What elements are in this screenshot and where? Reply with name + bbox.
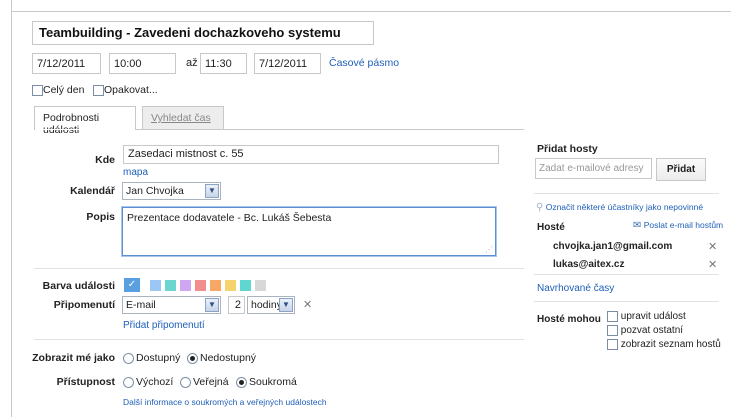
guests-can-label: Hosté mohou [537, 314, 601, 325]
color-label: Barva události [42, 280, 115, 292]
repeat-option[interactable]: Opakovat... [93, 84, 158, 96]
add-guests-heading: Přidat hosty [537, 143, 598, 155]
optional-guests-link[interactable]: Označit některé účastníky jako nepovinné [546, 202, 703, 212]
show-me-as-label: Zobrazit mé jako [32, 352, 115, 364]
color-swatch[interactable] [165, 280, 176, 291]
description-text: Prezentace dodavatele - Bc. Lukáš Šebest… [127, 212, 332, 224]
chevron-down-icon: ▼ [205, 298, 219, 312]
resize-grip-icon[interactable]: ⋰ [485, 245, 493, 254]
guests-can-modify-label: upravit událost [620, 311, 686, 323]
guest-email: lukas@aitex.cz [553, 259, 625, 270]
calendar-label: Kalendář [70, 185, 115, 197]
email-guests-option[interactable]: ✉ Poslat e-mail hostům [633, 220, 723, 231]
where-input[interactable]: Zasedaci mistnost c. 55 [123, 145, 499, 164]
guests-can-modify-checkbox[interactable] [607, 311, 618, 322]
remove-guest-icon[interactable]: ✕ [708, 258, 717, 271]
busy-label: Nedostupný [200, 352, 257, 364]
color-swatch[interactable] [240, 280, 251, 291]
privacy-private-radio[interactable] [236, 376, 247, 388]
calendar-select-value: Jan Chvojka [126, 185, 184, 197]
available-label: Dostupný [136, 352, 181, 364]
section-divider-2 [34, 339, 524, 340]
end-time-input[interactable]: 11:30 [200, 53, 247, 74]
window-left-edge [0, 0, 12, 417]
guests-can-see-list-checkbox[interactable] [607, 339, 618, 350]
color-swatch[interactable] [150, 280, 161, 291]
optional-guests-option[interactable]: ⚲ Označit některé účastníky jako nepovin… [536, 202, 703, 213]
guests-can-invite-checkbox[interactable] [607, 325, 618, 336]
start-date-input[interactable]: 7/12/2011 [32, 53, 101, 74]
available-radio[interactable] [123, 352, 134, 364]
to-label: až [186, 57, 198, 69]
timezone-link[interactable]: Časové pásmo [329, 57, 399, 69]
end-date-input[interactable]: 7/12/2011 [254, 53, 321, 74]
color-swatch[interactable] [195, 280, 206, 291]
suggested-times-link[interactable]: Navrhované časy [537, 283, 614, 294]
color-swatch[interactable] [180, 280, 191, 291]
section-divider-1 [34, 268, 524, 269]
reminder-unit-select[interactable]: hodiny ▼ [247, 296, 295, 314]
map-link[interactable]: mapa [123, 167, 148, 178]
reminder-unit-value: hodiny [251, 299, 282, 311]
guests-divider-1 [534, 193, 719, 194]
selected-color-swatch[interactable]: ✓ [124, 278, 140, 292]
add-guest-button[interactable]: Přidat [656, 158, 706, 181]
all-day-label: Celý den [43, 84, 85, 96]
add-reminder-link[interactable]: Přidat připomenutí [123, 320, 205, 331]
guests-can-see-list-option[interactable]: zobrazit seznam hostů [607, 339, 721, 350]
description-textarea[interactable]: Prezentace dodavatele - Bc. Lukáš Šebest… [122, 207, 496, 256]
reminder-type-select[interactable]: E-mail ▼ [122, 296, 221, 314]
start-time-input[interactable]: 10:00 [109, 53, 176, 74]
privacy-public-option[interactable]: Veřejná [180, 376, 229, 388]
active-tab-gap [35, 129, 135, 130]
repeat-checkbox[interactable] [93, 84, 104, 96]
guests-label: Hosté [537, 222, 565, 233]
chevron-down-icon: ▼ [205, 184, 219, 198]
guest-email-placeholder: Zadat e-mailové adresy [539, 163, 644, 174]
person-icon: ⚲ [536, 202, 544, 213]
tab-event-details[interactable]: Podrobnosti události [34, 106, 136, 136]
remove-guest-icon[interactable]: ✕ [708, 240, 717, 253]
privacy-default-radio[interactable] [123, 376, 134, 388]
available-option[interactable]: Dostupný [123, 352, 180, 364]
privacy-info-link[interactable]: Další informace o soukromých a veřejných… [123, 397, 327, 407]
calendar-select[interactable]: Jan Chvojka ▼ [122, 182, 221, 200]
window-top-edge [0, 0, 731, 12]
privacy-public-radio[interactable] [180, 376, 191, 388]
tab-find-time[interactable]: Vyhledat čas [142, 106, 224, 130]
guests-can-invite-option[interactable]: pozvat ostatní [607, 325, 683, 336]
guests-can-see-list-label: zobrazit seznam hostů [620, 339, 721, 351]
reminder-amount-input[interactable]: 2 [228, 296, 245, 314]
busy-option[interactable]: Nedostupný [187, 352, 256, 364]
remove-reminder-icon[interactable]: ✕ [303, 298, 312, 311]
all-day-option[interactable]: Celý den [32, 84, 84, 96]
guests-divider-2 [534, 274, 719, 275]
description-label: Popis [86, 211, 115, 223]
guest-email-input[interactable]: Zadat e-mailové adresy [535, 158, 652, 179]
color-swatch[interactable] [225, 280, 236, 291]
where-label: Kde [95, 154, 115, 166]
event-title-input[interactable]: Teamb­u­ilding - Zavedeni dochazkoveho s… [32, 21, 374, 45]
privacy-private-option[interactable]: Soukromá [236, 376, 297, 388]
guest-email: chvojka.jan1@gmail.com [553, 241, 673, 252]
privacy-default-label: Výchozí [136, 376, 174, 388]
privacy-default-option[interactable]: Výchozí [123, 376, 173, 388]
color-swatch[interactable] [210, 280, 221, 291]
reminder-label: Připomenutí [53, 299, 115, 311]
envelope-icon: ✉ [633, 220, 642, 231]
color-swatch[interactable] [255, 280, 266, 291]
privacy-private-label: Soukromá [249, 376, 297, 388]
all-day-checkbox[interactable] [32, 84, 43, 96]
guests-divider-3 [534, 301, 719, 302]
chevron-down-icon: ▼ [279, 298, 293, 312]
guests-can-modify-option[interactable]: upravit událost [607, 311, 686, 322]
reminder-type-value: E-mail [126, 299, 156, 311]
privacy-public-label: Veřejná [193, 376, 229, 388]
repeat-label: Opakovat... [104, 84, 158, 96]
email-guests-link[interactable]: Poslat e-mail hostům [644, 220, 723, 230]
busy-radio[interactable] [187, 352, 198, 364]
guests-can-invite-label: pozvat ostatní [620, 325, 684, 337]
privacy-label: Přístupnost [56, 376, 115, 388]
